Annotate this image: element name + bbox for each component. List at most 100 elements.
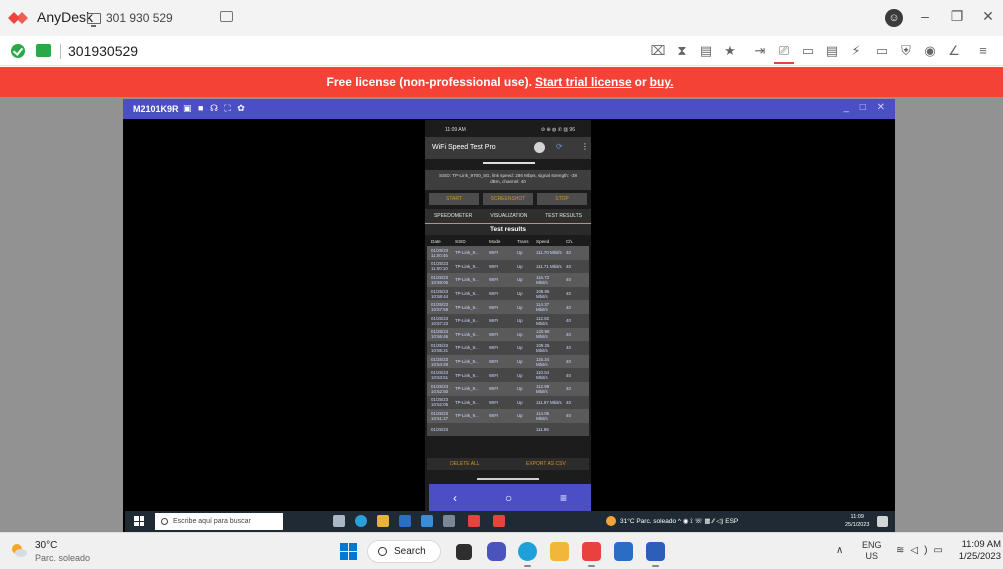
refresh-icon[interactable]: ⟳ xyxy=(556,142,563,151)
table-cell: Up xyxy=(517,277,523,283)
table-row[interactable]: 01/25/23 111.96 xyxy=(427,422,589,437)
weather-description[interactable]: Parc. soleado xyxy=(35,553,90,563)
record-icon[interactable]: ◉ xyxy=(922,43,938,59)
table-row[interactable]: 01/25/23 10:53:51 TP-Link_9... WIFI Up 110.5… xyxy=(427,368,589,382)
table-row[interactable]: 01/25/23 10:55:21 TP-Link_9... WIFI Up 109.2… xyxy=(427,341,589,355)
task-view-icon[interactable] xyxy=(333,515,345,527)
tab-visualization[interactable]: VISUALIZATION xyxy=(490,213,527,219)
explorer-icon[interactable] xyxy=(377,515,389,527)
store-icon[interactable] xyxy=(614,542,633,561)
chevron-up-icon[interactable]: ∧ xyxy=(836,545,843,556)
address-field[interactable]: 301930529 xyxy=(68,43,138,59)
table-cell: WIFI xyxy=(489,345,499,351)
table-row[interactable]: 01/25/23 11:00:10 TP-Link_9... WIFI Up 111.7… xyxy=(427,259,589,274)
anydesk-icon-2[interactable] xyxy=(493,515,505,527)
monitor-toolbar-icon[interactable]: ⎚ xyxy=(774,43,794,64)
notifications-icon[interactable] xyxy=(877,516,888,527)
minimize-button[interactable]: – xyxy=(915,8,935,24)
start-button[interactable]: START xyxy=(429,193,479,205)
session-icon[interactable] xyxy=(36,44,51,57)
table-row[interactable]: 01/25/23 10:59:06 TP-Link_9... WIFI Up 116.7… xyxy=(427,273,589,287)
export-csv-button[interactable]: EXPORT AS CSV xyxy=(526,458,566,470)
remote-window-controls[interactable]: _ □ ✕ xyxy=(843,102,889,113)
hourglass-icon[interactable]: ⧗ xyxy=(674,43,690,59)
remote-tray[interactable]: 31°C Parc. soleado ^ ◉ ⟟ ☏ ▦ ⁄⁄ ◁) ESP xyxy=(620,517,738,526)
clock[interactable]: 11:09 AM 1/25/2023 xyxy=(957,539,1001,563)
start-trial-link[interactable]: Start trial license xyxy=(535,75,632,89)
table-row[interactable]: 01/25/23 10:56:46 TP-Link_9... WIFI Up 120.9… xyxy=(427,327,589,342)
clipboard-icon[interactable]: ▤ xyxy=(824,43,840,59)
new-window-icon[interactable] xyxy=(220,11,233,22)
system-tray-icons[interactable]: ≋◁)▭ xyxy=(896,545,949,556)
edge-icon[interactable] xyxy=(355,515,367,527)
buy-link[interactable]: buy. xyxy=(650,75,674,89)
chat-app-icon[interactable] xyxy=(487,542,506,561)
word-icon[interactable] xyxy=(646,542,665,567)
screenshot-button[interactable]: SCREENSHOT xyxy=(483,193,533,205)
tab-test-results[interactable]: TEST RESULTS xyxy=(545,213,582,219)
file-explorer-icon[interactable] xyxy=(550,542,569,561)
table-row[interactable]: 01/25/23 11:00:45 TP-Link_9... WIFI Up 111.7… xyxy=(427,246,589,260)
titlebar-tool-icons[interactable]: ▣ ■ ☊ ⛶ ✿ xyxy=(183,103,247,114)
pen-icon[interactable]: ∠ xyxy=(946,43,962,59)
home-icon[interactable]: ○ xyxy=(505,491,512,505)
anydesk-taskbar-icon[interactable] xyxy=(582,542,601,567)
close-button[interactable]: ✕ xyxy=(978,8,998,25)
star-icon[interactable]: ★ xyxy=(722,43,738,59)
actions-lightning-icon[interactable]: ⚡ xyxy=(848,43,864,59)
table-cell: 109.25 Mbit/s xyxy=(536,342,550,353)
file-transfer-icon[interactable]: ⇥ xyxy=(752,43,768,59)
connected-check-icon xyxy=(11,44,25,58)
delete-all-button[interactable]: DELETE ALL xyxy=(450,458,479,470)
tab-speedometer[interactable]: SPEEDOMETER xyxy=(434,213,472,219)
account-icon[interactable]: ☺ xyxy=(885,9,903,27)
table-row[interactable]: 01/25/23 10:57:23 TP-Link_9... WIFI Up 112.8… xyxy=(427,313,589,328)
table-row[interactable]: 01/25/23 10:54:29 TP-Link_9... WIFI Up 115.3… xyxy=(427,354,589,369)
mail-icon[interactable] xyxy=(421,515,433,527)
remote-clock[interactable]: 11:09 25/1/2023 xyxy=(845,513,869,529)
stop-button[interactable]: STOP xyxy=(537,193,587,205)
remote-start-icon[interactable] xyxy=(134,516,144,526)
info-icon[interactable] xyxy=(534,142,545,153)
overflow-menu-icon[interactable]: ⋮ xyxy=(581,142,589,151)
task-view-icon[interactable] xyxy=(456,544,472,560)
table-cell: 01/25/23 10:52:50 xyxy=(431,383,449,394)
taskbar-search[interactable]: Search xyxy=(367,540,441,563)
table-cell: TP-Link_9... xyxy=(455,386,479,392)
table-cell: Up xyxy=(517,413,523,419)
restore-button[interactable]: ❐ xyxy=(947,8,967,25)
remote-search-box[interactable]: Escribe aquí para buscar xyxy=(155,513,283,530)
table-cell: 40 xyxy=(566,304,571,310)
weather-temperature[interactable]: 30°C xyxy=(35,540,57,551)
weather-partly-sunny-icon xyxy=(12,544,27,557)
app-icon[interactable] xyxy=(443,515,455,527)
windows-start-icon[interactable] xyxy=(340,543,357,560)
table-cell: 40 xyxy=(566,318,571,324)
keyboard-icon[interactable]: ▭ xyxy=(874,43,890,59)
file-icon[interactable]: ▤ xyxy=(698,43,714,59)
results-table-body[interactable]: 01/25/23 11:00:45 TP-Link_9... WIFI Up 111.7… xyxy=(427,246,589,437)
permissions-icon[interactable]: ⛨ xyxy=(898,43,914,59)
table-cell: Up xyxy=(517,345,523,351)
recents-icon[interactable]: ≡ xyxy=(560,491,567,505)
menu-icon[interactable]: ≡ xyxy=(975,43,991,59)
back-icon[interactable]: ‹ xyxy=(453,491,457,505)
table-cell: WIFI xyxy=(489,318,499,324)
column-header: Date xyxy=(431,238,441,244)
column-header: Trans xyxy=(517,238,529,244)
display-icon[interactable]: ⌧ xyxy=(650,43,666,59)
table-row[interactable]: 01/25/23 10:52:05 TP-Link_9... WIFI Up 111.8… xyxy=(427,395,589,410)
table-cell: 01/25/23 11:00:45 xyxy=(431,247,449,258)
table-row[interactable]: 01/25/23 10:57:59 TP-Link_9... WIFI Up 114.3… xyxy=(427,300,589,314)
language-indicator[interactable]: ENG US xyxy=(862,540,882,562)
table-row[interactable]: 01/25/23 10:51:27 TP-Link_9... WIFI Up 114.0… xyxy=(427,409,589,423)
table-row[interactable]: 01/25/23 10:58:44 TP-Link_9... WIFI Up 108.8… xyxy=(427,286,589,301)
edge-icon[interactable] xyxy=(518,542,537,567)
table-cell: Up xyxy=(517,291,523,297)
chat-icon[interactable]: ▭ xyxy=(800,43,816,59)
table-cell: 114.37 Mbit/s xyxy=(536,302,550,313)
store-icon[interactable] xyxy=(399,515,411,527)
table-row[interactable]: 01/25/23 10:52:50 TP-Link_9... WIFI Up 112.9… xyxy=(427,381,589,396)
anydesk-icon[interactable] xyxy=(468,515,480,527)
banner-or: or xyxy=(634,75,647,89)
